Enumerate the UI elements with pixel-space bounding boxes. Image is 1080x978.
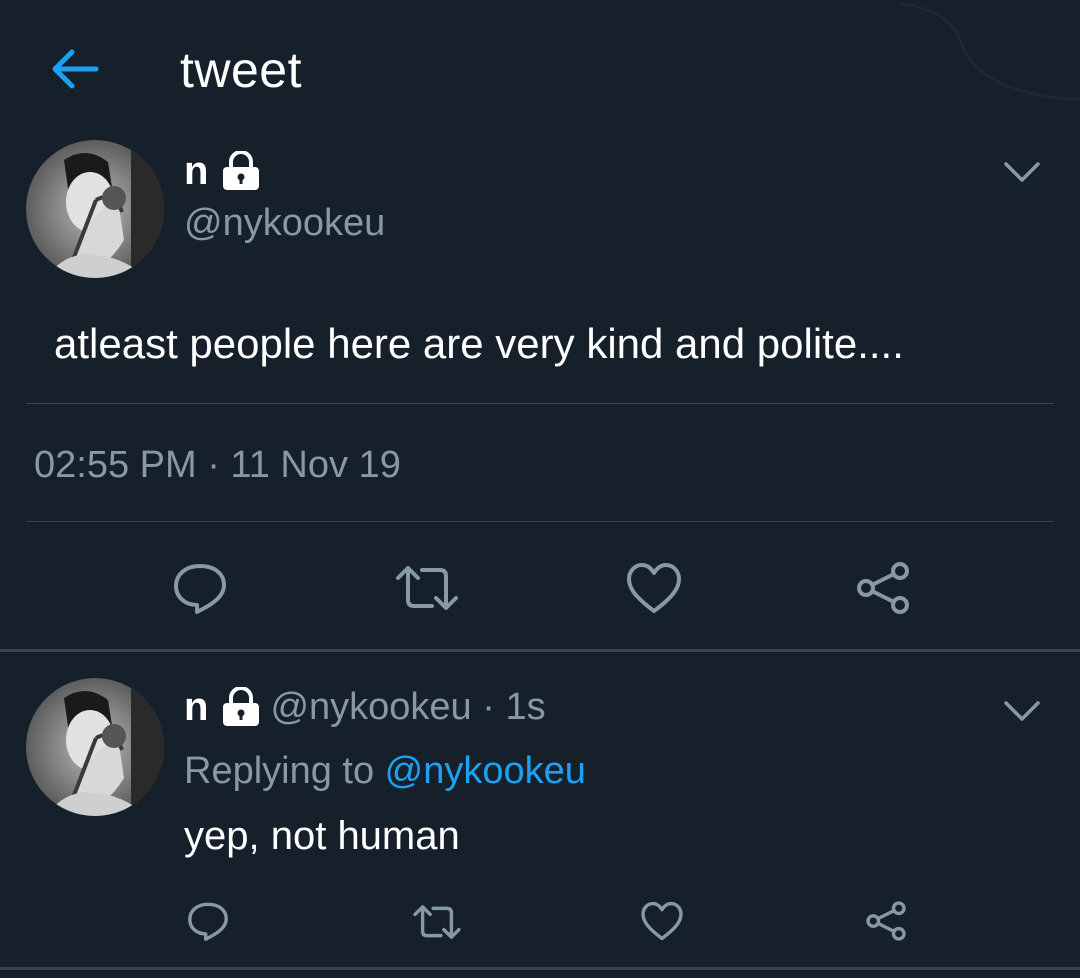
share-icon [857,562,909,614]
like-icon [641,901,683,941]
replying-to: Replying to @nykookeu [184,748,586,794]
section-divider [0,649,1080,652]
reply-author-row: n @nykookeu · 1s [184,684,546,730]
back-button[interactable] [48,46,100,92]
display-name[interactable]: n [184,684,208,730]
divider [26,521,1054,522]
retweet-icon [396,566,458,610]
tweet-menu-button[interactable] [1002,697,1042,725]
reply-button[interactable] [168,558,232,618]
tweet-detail-screen: tweet n @nykookeu atleast people here ar… [0,0,1080,978]
profile-photo [26,678,164,816]
share-button[interactable] [862,898,910,944]
decorative-arc [900,1,1080,101]
display-name[interactable]: n [184,148,208,194]
page-title: tweet [180,42,303,98]
like-button[interactable] [622,558,686,618]
lock-icon [220,150,262,191]
lock-icon [220,686,262,727]
share-icon [866,901,906,941]
reply-icon [188,902,228,941]
retweet-button[interactable] [410,900,464,944]
author-handle[interactable]: @nykookeu [184,200,385,246]
divider [26,403,1054,404]
like-button[interactable] [638,898,686,944]
reply-button[interactable] [184,898,232,944]
replying-prefix: Replying to [184,750,385,792]
author-name-row: n [184,148,262,194]
top-bar: tweet [0,0,1080,130]
arrow-left-icon [52,49,99,89]
reply-icon [174,564,226,614]
retweet-button[interactable] [392,560,462,616]
tweet-menu-button[interactable] [1002,158,1042,186]
avatar[interactable] [26,140,164,278]
share-button[interactable] [852,558,914,618]
profile-photo [26,140,164,278]
section-divider [0,967,1080,970]
chevron-down-icon [1004,701,1040,721]
tweet-timestamp: 02:55 PM · 11 Nov 19 [34,444,401,486]
chevron-down-icon [1004,162,1040,182]
retweet-icon [413,905,461,939]
avatar[interactable] [26,678,164,816]
like-icon [627,563,681,613]
handle-and-time[interactable]: @nykookeu · 1s [270,684,545,730]
reply-text: yep, not human [184,814,460,858]
replying-to-link[interactable]: @nykookeu [385,750,586,792]
tweet-text: atleast people here are very kind and po… [54,320,904,367]
